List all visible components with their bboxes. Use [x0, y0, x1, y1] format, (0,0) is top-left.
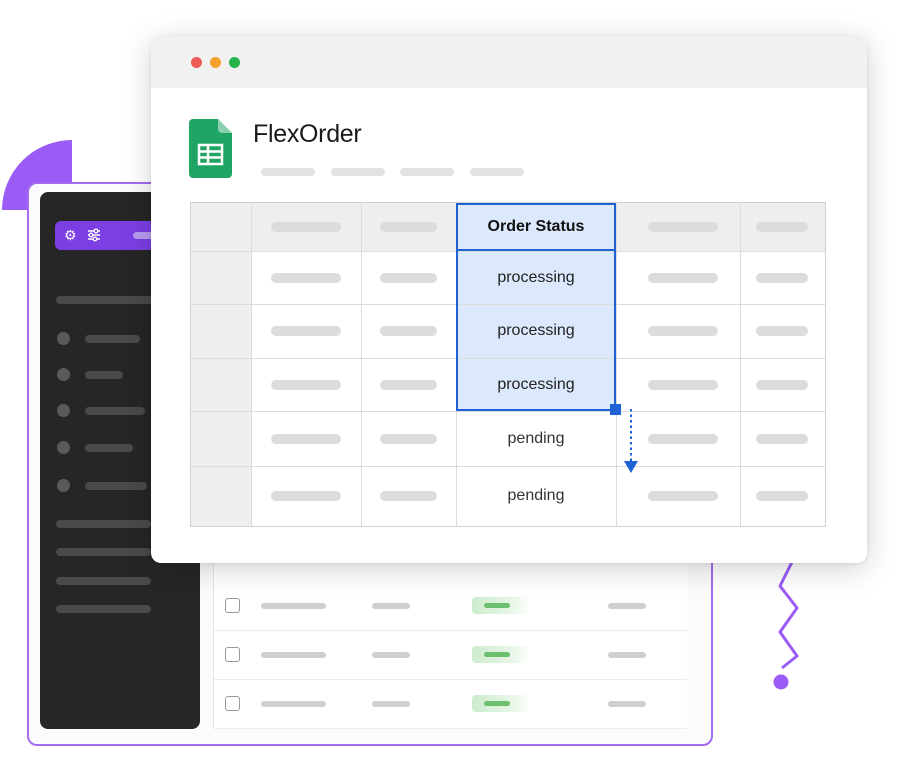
table-row[interactable] [214, 630, 687, 680]
sidebar-item-placeholder[interactable] [85, 371, 123, 379]
sidebar-item-placeholder[interactable] [85, 335, 140, 343]
maximize-window-button[interactable] [229, 57, 240, 68]
cell-placeholder [608, 603, 646, 609]
order-status-cell[interactable]: processing [456, 304, 616, 357]
cell-placeholder[interactable] [380, 273, 437, 283]
cell-placeholder [372, 603, 410, 609]
sidebar-item-icon [57, 479, 70, 492]
google-sheets-icon [189, 119, 232, 178]
cell-placeholder [608, 701, 646, 707]
sidebar-item-icon [57, 441, 70, 454]
row-checkbox[interactable] [225, 598, 240, 613]
gear-icon[interactable]: ⚙ [64, 227, 77, 243]
close-window-button[interactable] [191, 57, 202, 68]
status-badge [472, 597, 530, 614]
sidebar-section-placeholder [56, 577, 151, 585]
sidebar-section-placeholder [56, 605, 151, 613]
app-title: FlexOrder [253, 120, 362, 148]
decorative-zigzag [773, 561, 799, 690]
cell-placeholder[interactable] [756, 434, 808, 444]
sidebar-item-placeholder[interactable] [85, 407, 145, 415]
status-badge [472, 646, 530, 663]
cell-placeholder[interactable] [648, 326, 718, 336]
column-header-cell[interactable] [271, 222, 341, 232]
menu-item-placeholder[interactable] [400, 168, 454, 176]
sidebar-item-placeholder[interactable] [85, 444, 133, 452]
cell-placeholder [372, 701, 410, 707]
sidebar-section-placeholder [56, 548, 151, 556]
column-header-cell[interactable] [756, 222, 808, 232]
cell-placeholder [261, 652, 326, 658]
cell-placeholder[interactable] [271, 380, 341, 390]
cell-placeholder [372, 652, 410, 658]
sidebar-item-icon [57, 368, 70, 381]
column-header-cell[interactable] [648, 222, 718, 232]
window-titlebar [151, 36, 867, 88]
fill-handle[interactable] [610, 404, 621, 415]
sidebar-item-icon [57, 332, 70, 345]
spreadsheet-grid[interactable]: Order Status processing processing proce… [190, 202, 826, 527]
cell-placeholder[interactable] [271, 491, 341, 501]
cell-placeholder[interactable] [648, 434, 718, 444]
menu-item-placeholder[interactable] [470, 168, 524, 176]
menu-item-placeholder[interactable] [261, 168, 315, 176]
order-status-cell[interactable]: processing [456, 358, 616, 411]
order-status-cell[interactable]: pending [456, 467, 616, 525]
cell-placeholder[interactable] [756, 380, 808, 390]
menu-item-placeholder[interactable] [331, 168, 385, 176]
cell-placeholder [608, 652, 646, 658]
cell-placeholder[interactable] [648, 273, 718, 283]
cell-placeholder[interactable] [756, 491, 808, 501]
cell-placeholder [261, 701, 326, 707]
sidebar-section-placeholder [56, 296, 156, 304]
background-orders-table [213, 555, 687, 729]
cell-placeholder[interactable] [271, 326, 341, 336]
row-checkbox[interactable] [225, 696, 240, 711]
cell-placeholder[interactable] [380, 491, 437, 501]
table-row[interactable] [214, 581, 687, 631]
sidebar-item-icon [57, 404, 70, 417]
sidebar-section-placeholder [56, 520, 151, 528]
cell-placeholder[interactable] [380, 326, 437, 336]
status-badge [472, 695, 530, 712]
minimize-window-button[interactable] [210, 57, 221, 68]
cell-placeholder[interactable] [380, 434, 437, 444]
order-status-header[interactable]: Order Status [456, 203, 616, 251]
sliders-icon[interactable] [86, 227, 102, 246]
table-row[interactable] [214, 679, 687, 729]
cell-placeholder[interactable] [271, 273, 341, 283]
cell-placeholder[interactable] [648, 491, 718, 501]
cell-placeholder [261, 603, 326, 609]
cell-placeholder[interactable] [756, 326, 808, 336]
cell-placeholder[interactable] [380, 380, 437, 390]
order-status-cell[interactable]: pending [456, 412, 616, 465]
spreadsheet-window: FlexOrder Order Status processing proces… [151, 36, 867, 563]
cell-placeholder[interactable] [648, 380, 718, 390]
sidebar-item-placeholder[interactable] [85, 482, 147, 490]
cell-placeholder[interactable] [756, 273, 808, 283]
order-status-cell[interactable]: processing [456, 251, 616, 304]
drag-down-arrow-icon [624, 409, 638, 473]
column-header-cell[interactable] [380, 222, 437, 232]
cell-placeholder[interactable] [271, 434, 341, 444]
row-checkbox[interactable] [225, 647, 240, 662]
